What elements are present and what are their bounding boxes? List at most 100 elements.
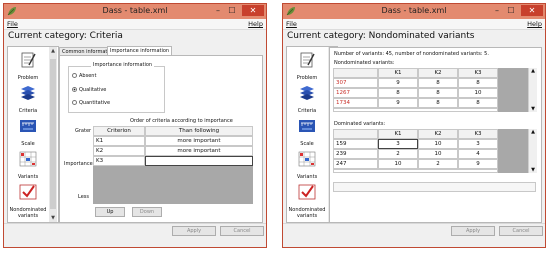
value-cell[interactable]: 9: [378, 78, 418, 88]
variant-id-cell[interactable]: 1734: [333, 98, 378, 108]
radio-qualitative[interactable]: Qualitative: [72, 87, 106, 93]
scroll-up-icon[interactable]: ▲: [529, 129, 537, 135]
apply-button[interactable]: Apply: [451, 226, 495, 236]
nav-label: Problem: [17, 75, 39, 81]
cancel-button[interactable]: Cancel: [499, 226, 543, 236]
value-cell[interactable]: 10: [418, 139, 458, 149]
scroll-thumb[interactable]: [50, 59, 56, 209]
variant-id-cell[interactable]: 239: [333, 149, 378, 159]
current-category: Current category: Criteria: [8, 31, 123, 41]
nondominated-window: Dass - table.xml – ☐ ✕ File Help Current…: [282, 3, 546, 248]
order-caption: Order of criteria according to importanc…: [130, 118, 233, 124]
criterion-cell[interactable]: K3: [93, 156, 145, 166]
down-button[interactable]: Down: [132, 207, 162, 217]
minimize-button[interactable]: –: [212, 5, 224, 16]
criterion-cell[interactable]: K2: [93, 146, 145, 156]
nav-item-problem[interactable]: Problem: [8, 51, 48, 81]
value-cell[interactable]: 8: [418, 78, 458, 88]
nav-label: Scale: [21, 141, 35, 147]
nav-item-nondominated[interactable]: Nondominated variants: [287, 183, 327, 219]
value-cell[interactable]: 9: [378, 98, 418, 108]
radio-absent[interactable]: Absent: [72, 73, 96, 79]
value-cell[interactable]: 3: [378, 139, 418, 149]
scale-ruler-icon: [299, 120, 315, 132]
scroll-down-icon[interactable]: ▼: [49, 215, 57, 221]
variant-id-cell[interactable]: 1267: [333, 88, 378, 98]
variant-id-cell[interactable]: 247: [333, 159, 378, 169]
checkmark-icon: [298, 184, 316, 200]
title-bar[interactable]: Dass - table.xml – ☐ ✕: [4, 4, 266, 19]
nav-label: Criteria: [297, 108, 317, 114]
close-button[interactable]: ✕: [521, 5, 543, 16]
nav-item-variants[interactable]: Variants: [287, 150, 327, 180]
minimize-button[interactable]: –: [491, 5, 503, 16]
value-cell[interactable]: 2: [378, 149, 418, 159]
cancel-button[interactable]: Cancel: [220, 226, 264, 236]
horizontal-scrollbar[interactable]: [333, 182, 536, 192]
criteria-stack-icon: [21, 86, 35, 100]
variant-id-cell[interactable]: 159: [333, 139, 378, 149]
up-button[interactable]: Up: [95, 207, 125, 217]
column-header-k2: K2: [418, 129, 458, 139]
dominated-scrollbar[interactable]: ▲ ▼: [528, 129, 537, 173]
nav-item-criteria[interactable]: Criteria: [287, 84, 327, 114]
nav-item-scale[interactable]: Scale: [8, 117, 48, 147]
nav-item-scale[interactable]: Scale: [287, 117, 327, 147]
dominated-caption: Dominated variants:: [334, 121, 386, 127]
title-bar[interactable]: Dass - table.xml – ☐ ✕: [283, 4, 545, 19]
value-cell[interactable]: 9: [458, 159, 498, 169]
radio-label: Qualitative: [79, 87, 107, 93]
criterion-cell[interactable]: K1: [93, 136, 145, 146]
value-cell[interactable]: 4: [458, 149, 498, 159]
menu-bar: File Help: [283, 19, 545, 30]
nav-item-variants[interactable]: Variants: [8, 150, 48, 180]
criteria-stack-icon: [300, 86, 314, 100]
status-bar: Apply Cancel: [4, 223, 266, 238]
value-cell[interactable]: 8: [378, 88, 418, 98]
close-button[interactable]: ✕: [242, 5, 264, 16]
value-cell[interactable]: 8: [458, 98, 498, 108]
importance-pane: Importance information Absent Qualitativ…: [59, 55, 263, 223]
menu-help[interactable]: Help: [527, 20, 542, 28]
notepad-icon: [300, 52, 315, 68]
maximize-button[interactable]: ☐: [505, 5, 517, 16]
table-empty-area: [498, 68, 528, 112]
category-navigation: Problem Criteria Scale Variants Nondomin…: [7, 46, 59, 223]
nondominated-scrollbar[interactable]: ▲ ▼: [528, 68, 537, 112]
menu-help[interactable]: Help: [248, 20, 263, 28]
value-cell[interactable]: 10: [378, 159, 418, 169]
variant-id-cell[interactable]: 307: [333, 78, 378, 88]
nav-item-problem[interactable]: Problem: [287, 51, 327, 81]
value-cell[interactable]: 10: [458, 88, 498, 98]
nav-item-criteria[interactable]: Criteria: [8, 84, 48, 114]
scroll-up-icon[interactable]: ▲: [529, 68, 537, 74]
value-cell[interactable]: 8: [458, 78, 498, 88]
than-cell[interactable]: [145, 156, 253, 166]
than-cell[interactable]: more important: [145, 136, 253, 146]
partial-row: [333, 108, 498, 112]
status-bar: Apply Cancel: [283, 223, 545, 238]
value-cell[interactable]: 8: [418, 98, 458, 108]
scale-ruler-icon: [20, 120, 36, 132]
value-cell[interactable]: 10: [418, 149, 458, 159]
than-cell[interactable]: more important: [145, 146, 253, 156]
radio-label: Quantitative: [79, 100, 111, 106]
variants-info: Number of variants: 45, number of nondom…: [334, 51, 489, 57]
column-header-criterion: Criterion: [93, 126, 145, 136]
menu-file[interactable]: File: [7, 20, 18, 28]
nav-scrollbar[interactable]: ▲ ▼: [49, 47, 57, 222]
apply-button[interactable]: Apply: [172, 226, 216, 236]
value-cell[interactable]: 8: [418, 88, 458, 98]
scroll-down-icon[interactable]: ▼: [529, 167, 537, 173]
menu-file[interactable]: File: [286, 20, 297, 28]
scroll-up-icon[interactable]: ▲: [49, 48, 57, 54]
value-cell[interactable]: 3: [458, 139, 498, 149]
nav-item-nondominated[interactable]: Nondominated variants: [8, 183, 48, 219]
value-cell[interactable]: 2: [418, 159, 458, 169]
maximize-button[interactable]: ☐: [226, 5, 238, 16]
radio-quantitative[interactable]: Quantitative: [72, 100, 110, 106]
scroll-down-icon[interactable]: ▼: [529, 106, 537, 112]
column-header-k3: K3: [458, 68, 498, 78]
radio-circle: [72, 73, 77, 78]
table-empty-area: [498, 129, 528, 173]
